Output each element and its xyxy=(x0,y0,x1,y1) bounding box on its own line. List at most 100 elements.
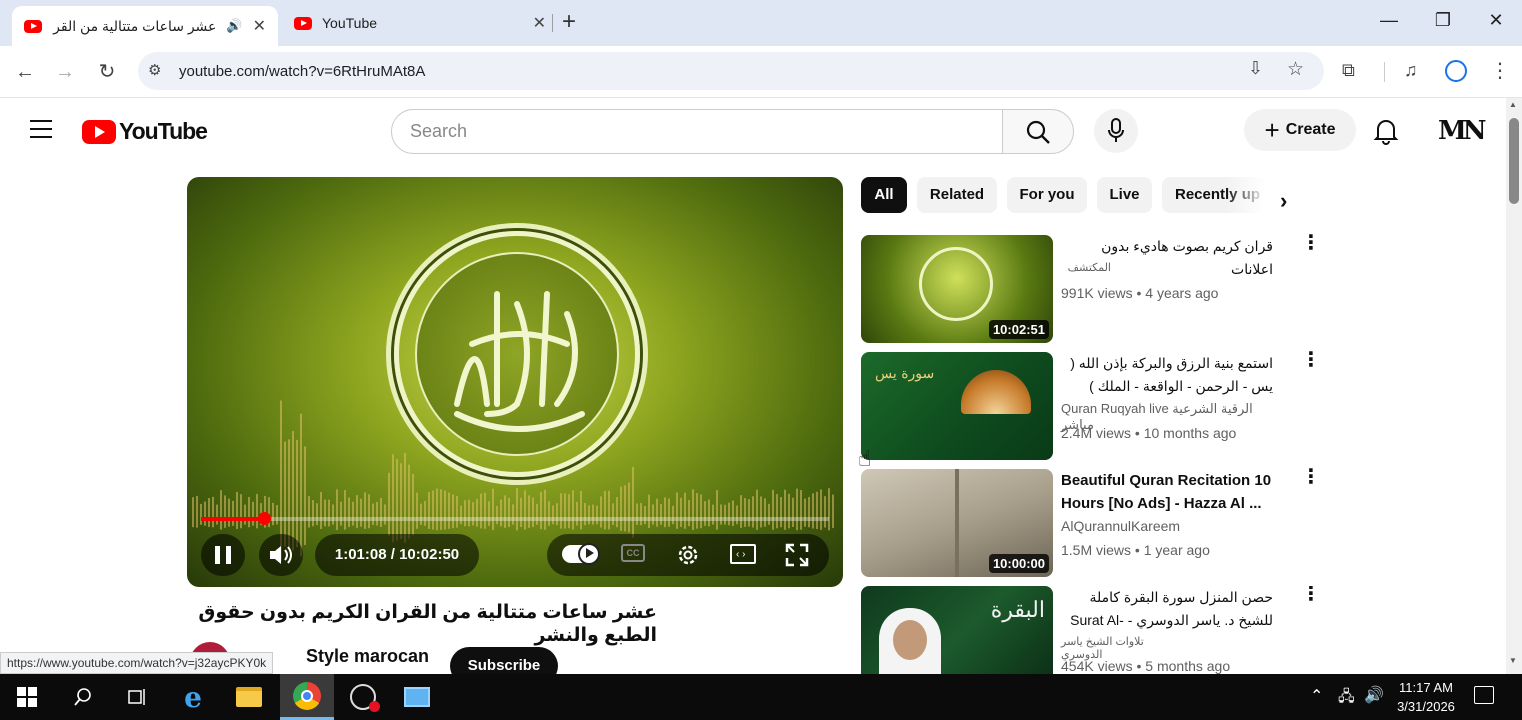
video-thumbnail[interactable]: البقرة xyxy=(861,586,1053,674)
bookmark-star-icon[interactable]: ☆ xyxy=(1287,58,1304,81)
volume-icon xyxy=(270,546,292,564)
scrollbar-thumb[interactable] xyxy=(1509,118,1519,204)
reload-icon[interactable]: ↻ xyxy=(94,59,120,85)
notifications-bell-icon[interactable] xyxy=(1373,117,1399,145)
settings-gear-icon[interactable] xyxy=(675,542,701,568)
new-tab-icon[interactable]: + xyxy=(562,8,576,36)
chrome-menu-icon[interactable]: ⋮ xyxy=(1490,58,1510,83)
chevron-right-icon[interactable]: › xyxy=(1280,188,1287,214)
video-title: عشر ساعات متتالية من القران الكريم بدون … xyxy=(198,602,657,646)
folder-icon xyxy=(236,687,262,707)
list-item[interactable]: البقرة حصن المنزل سورة البقرة كاملة للشي… xyxy=(861,586,1321,674)
autoplay-toggle[interactable] xyxy=(562,543,600,565)
back-arrow-icon[interactable]: ← xyxy=(12,59,38,85)
channel-name[interactable]: Style marocan xyxy=(306,646,429,667)
youtube-logo-text: YouTube xyxy=(119,118,208,144)
profile-icon[interactable] xyxy=(1445,60,1467,82)
rec-title[interactable]: حصن المنزل سورة البقرة كاملة للشيخ د. يا… xyxy=(1061,586,1273,632)
age: 5 months ago xyxy=(1145,658,1231,674)
address-bar[interactable]: ⚙ youtube.com/watch?v=6RtHruMAt8A ⇩ ☆ xyxy=(138,52,1324,90)
chip-related[interactable]: Related xyxy=(917,177,997,213)
display-window-icon xyxy=(404,687,430,707)
rec-title[interactable]: Beautiful Quran Recitation 10 Hours [No … xyxy=(1061,469,1273,515)
tab-youtube-video[interactable]: عشر ساعات متتالية من القران 🔊 ✕ xyxy=(12,6,278,46)
more-options-icon[interactable]: ⋮ xyxy=(1301,467,1321,487)
progress-scrubber-handle[interactable] xyxy=(258,512,271,525)
play-pause-button[interactable] xyxy=(201,534,245,576)
close-tab-icon[interactable]: ✕ xyxy=(533,13,546,33)
rec-channel[interactable]: المكتشف xyxy=(1061,261,1111,274)
fullscreen-icon[interactable] xyxy=(785,543,809,567)
youtube-logo[interactable]: YouTube xyxy=(82,118,208,145)
tab-title: عشر ساعات متتالية من القران xyxy=(52,17,217,34)
voice-search-button[interactable] xyxy=(1094,109,1138,153)
more-options-icon[interactable]: ⋮ xyxy=(1301,586,1321,604)
subtitles-icon[interactable]: CC xyxy=(621,544,645,562)
create-label: Create xyxy=(1285,121,1336,138)
start-button[interactable] xyxy=(0,674,54,720)
chip-recently-uploaded[interactable]: Recently up xyxy=(1162,177,1266,213)
list-item[interactable]: 10:00:00 Beautiful Quran Recitation 10 H… xyxy=(861,467,1321,577)
recorder-app-button[interactable] xyxy=(336,674,390,720)
browser-toolbar: ← → ↻ ⚙ youtube.com/watch?v=6RtHruMAt8A … xyxy=(0,46,1522,98)
time-display: 1:01:08 / 10:02:50 xyxy=(315,534,479,576)
site-settings-icon[interactable]: ⚙ xyxy=(148,61,161,79)
close-window-icon[interactable]: ✕ xyxy=(1481,10,1511,31)
chip-all[interactable]: All xyxy=(861,177,907,213)
hamburger-menu-icon[interactable] xyxy=(30,120,52,138)
file-explorer-button[interactable] xyxy=(222,674,276,720)
volume-button[interactable] xyxy=(259,534,303,576)
install-app-icon[interactable]: ⇩ xyxy=(1248,58,1263,79)
task-view-button[interactable] xyxy=(110,674,164,720)
taskbar-clock[interactable]: 11:17 AM 3/31/2026 xyxy=(1392,678,1460,716)
more-options-icon[interactable]: ⋮ xyxy=(1301,350,1321,370)
video-thumbnail[interactable]: سورة يس xyxy=(861,352,1053,460)
scroll-up-arrow-icon[interactable]: ▲ xyxy=(1509,100,1517,109)
notifications-icon[interactable] xyxy=(1474,686,1494,704)
youtube-favicon-icon xyxy=(24,19,42,33)
video-player[interactable]: 1:01:08 / 10:02:50 CC ‹ › xyxy=(187,177,843,587)
windows-logo-icon xyxy=(17,687,37,707)
audio-playing-icon[interactable]: 🔊 xyxy=(226,18,242,34)
chip-for-you[interactable]: For you xyxy=(1007,177,1087,213)
minimize-icon[interactable]: — xyxy=(1374,10,1404,31)
media-control-icon[interactable]: ♫ xyxy=(1404,60,1418,81)
tab-divider xyxy=(552,14,553,32)
list-item[interactable]: 10:02:51 قران كريم بصوت هاديء بدون اعلان… xyxy=(861,233,1321,343)
url-text[interactable]: youtube.com/watch?v=6RtHruMAt8A xyxy=(179,63,425,80)
tab-search-icon[interactable]: ⧉ xyxy=(1342,60,1355,81)
create-button[interactable]: + Create xyxy=(1244,109,1356,151)
list-item[interactable]: سورة يس استمع بنية الرزق والبركة بإذن ال… xyxy=(861,350,1321,460)
avatar[interactable]: MN xyxy=(1438,112,1487,150)
video-thumbnail[interactable]: 10:02:51 xyxy=(861,235,1053,343)
theater-mode-icon[interactable]: ‹ › xyxy=(730,544,756,564)
microphone-icon xyxy=(1108,118,1124,142)
time-separator: / xyxy=(386,546,400,563)
restore-icon[interactable]: ❐ xyxy=(1428,10,1458,31)
search-input[interactable]: Search xyxy=(391,109,1003,154)
show-hidden-icons-icon[interactable]: ⌃ xyxy=(1310,686,1323,706)
network-icon[interactable]: 🖧 xyxy=(1338,686,1355,711)
close-tab-icon[interactable]: ✕ xyxy=(253,16,266,36)
progress-bar-track[interactable] xyxy=(201,517,829,521)
volume-tray-icon[interactable]: 🔊 xyxy=(1364,685,1384,705)
search-button[interactable] xyxy=(1002,109,1074,154)
chip-live[interactable]: Live xyxy=(1097,177,1152,213)
video-thumbnail[interactable]: 10:00:00 xyxy=(861,469,1053,577)
rec-title[interactable]: قران كريم بصوت هاديء بدون اعلانات xyxy=(1061,235,1273,281)
tab-youtube[interactable]: YouTube ✕ xyxy=(294,6,546,40)
rec-title[interactable]: استمع بنية الرزق والبركة بإذن الله ( يس … xyxy=(1061,352,1273,398)
clock-date: 3/31/2026 xyxy=(1397,699,1455,714)
clock-time: 11:17 AM xyxy=(1399,680,1453,695)
chrome-taskbar-button[interactable] xyxy=(280,674,334,720)
scroll-down-arrow-icon[interactable]: ▼ xyxy=(1509,656,1517,665)
more-options-icon[interactable]: ⋮ xyxy=(1301,233,1321,253)
rec-channel[interactable]: AlQurannulKareem xyxy=(1061,518,1273,534)
forward-arrow-icon[interactable]: → xyxy=(52,59,78,85)
search-icon xyxy=(1026,120,1050,144)
display-app-button[interactable] xyxy=(390,674,444,720)
internet-explorer-button[interactable]: e xyxy=(166,674,220,720)
total-time: 10:02:50 xyxy=(399,546,460,563)
search-icon xyxy=(74,688,91,706)
search-taskbar-button[interactable] xyxy=(56,674,110,720)
